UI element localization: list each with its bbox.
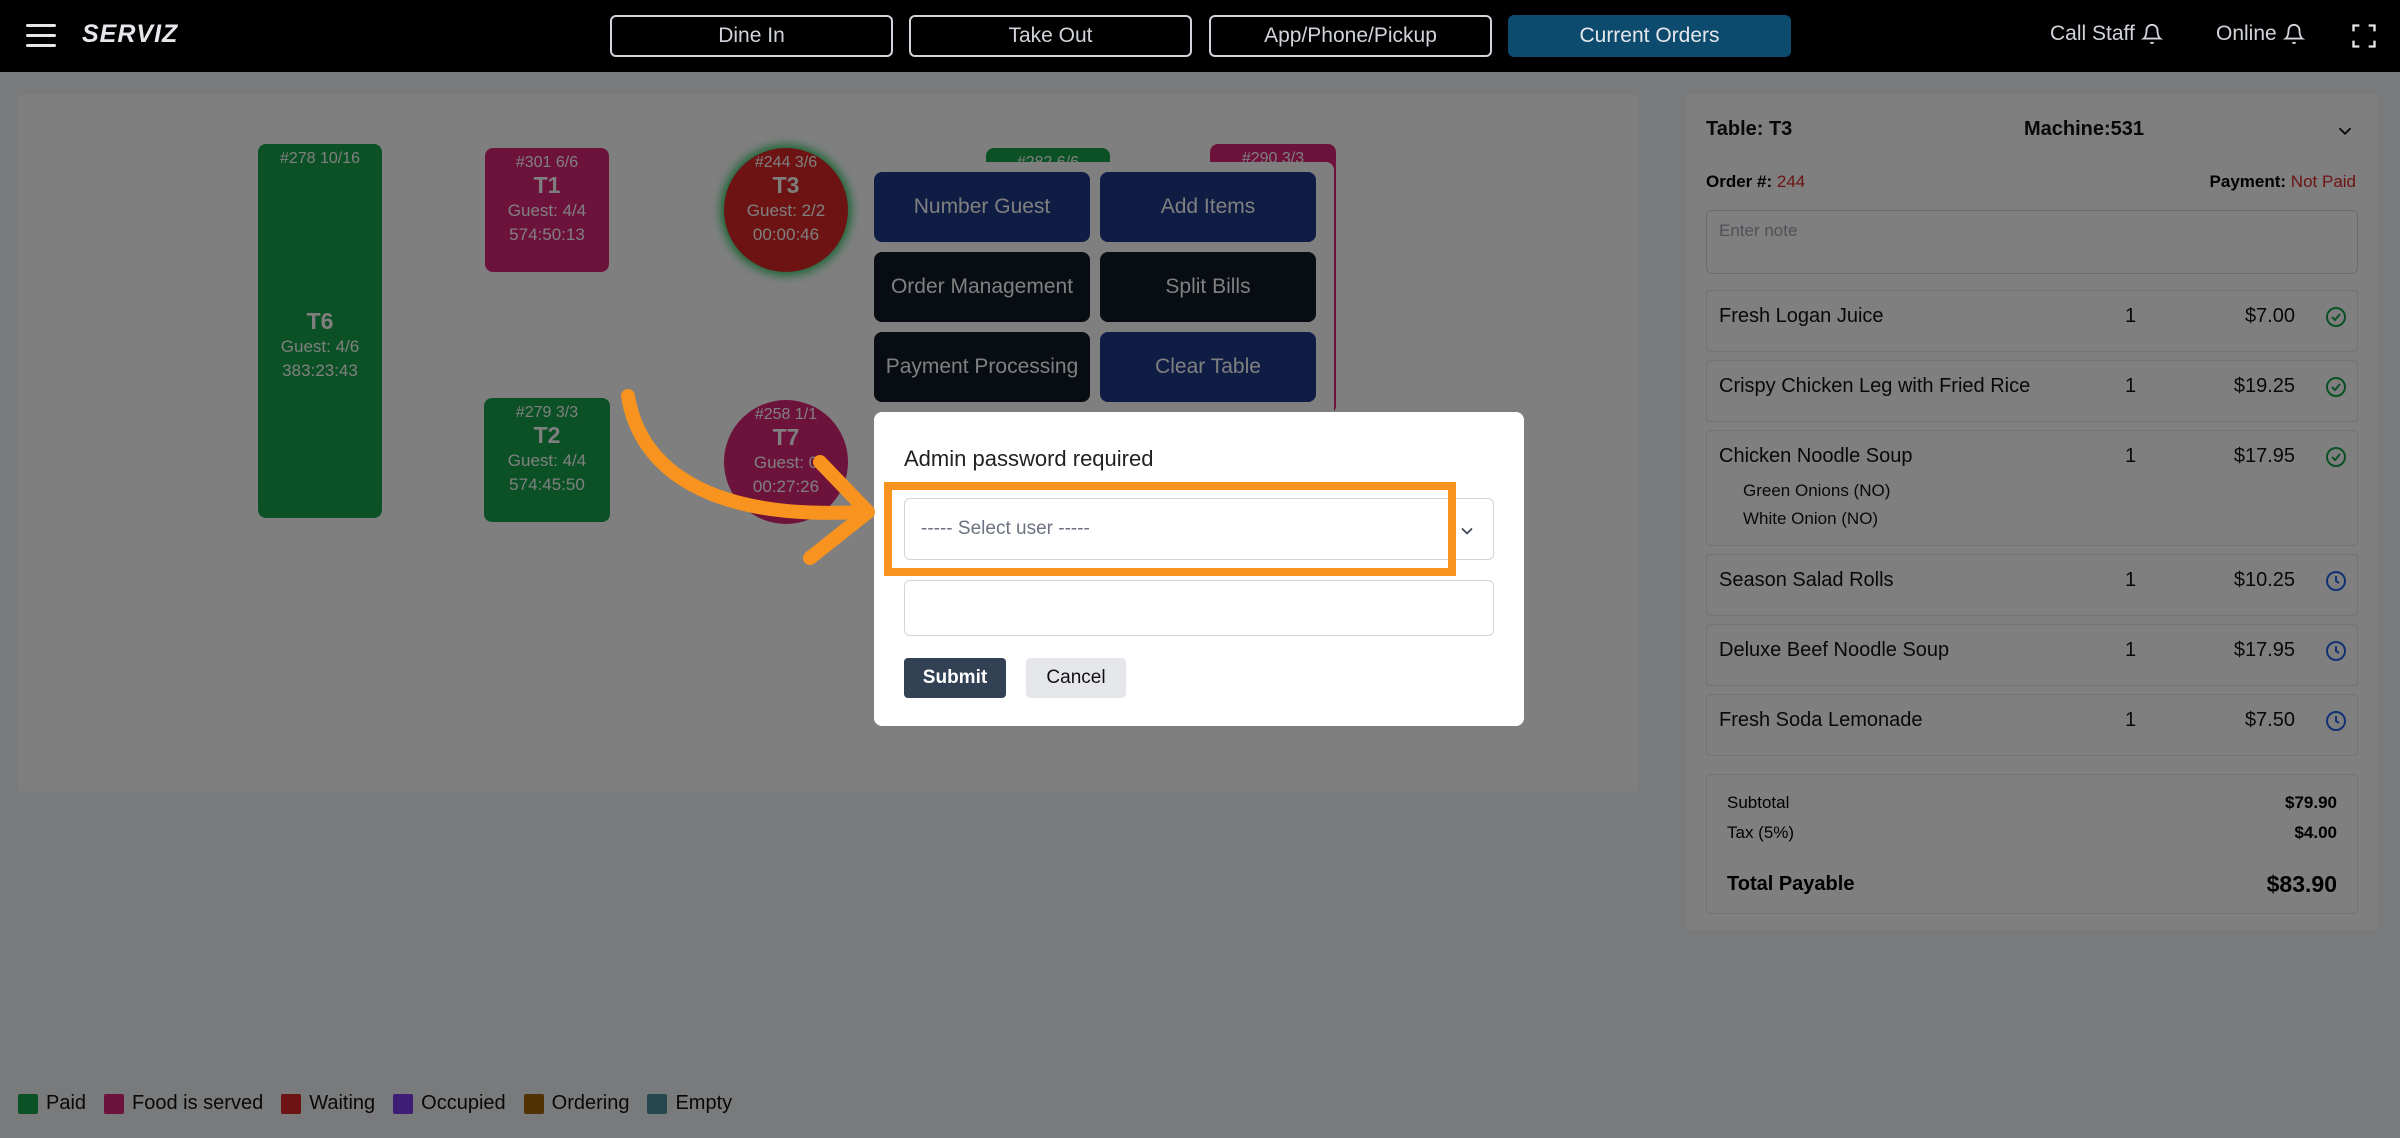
call-staff-label: Call Staff: [2050, 22, 2135, 45]
nav-app-phone-pickup[interactable]: App/Phone/Pickup: [1209, 15, 1492, 57]
bell-icon: [2282, 24, 2305, 45]
bell-icon: [2140, 24, 2163, 45]
annotation-highlight-box: [884, 482, 1456, 576]
password-input[interactable]: [904, 580, 1494, 636]
cancel-button[interactable]: Cancel: [1026, 658, 1126, 698]
online-status[interactable]: Online: [2216, 22, 2305, 46]
dialog-title: Admin password required: [904, 446, 1154, 471]
call-staff-button[interactable]: Call Staff: [2050, 22, 2163, 46]
nav-current-orders[interactable]: Current Orders: [1508, 15, 1791, 57]
top-bar: SERVIZ Dine In Take Out App/Phone/Pickup…: [0, 0, 2400, 72]
menu-icon[interactable]: [26, 24, 56, 48]
fullscreen-icon[interactable]: [2350, 22, 2378, 50]
nav-take-out[interactable]: Take Out: [909, 15, 1192, 57]
brand-logo: SERVIZ: [82, 20, 179, 48]
chevron-down-icon: [1461, 527, 1473, 535]
submit-button[interactable]: Submit: [904, 658, 1006, 698]
online-label: Online: [2216, 22, 2277, 45]
nav-dine-in[interactable]: Dine In: [610, 15, 893, 57]
annotation-arrow-icon: [621, 389, 875, 565]
